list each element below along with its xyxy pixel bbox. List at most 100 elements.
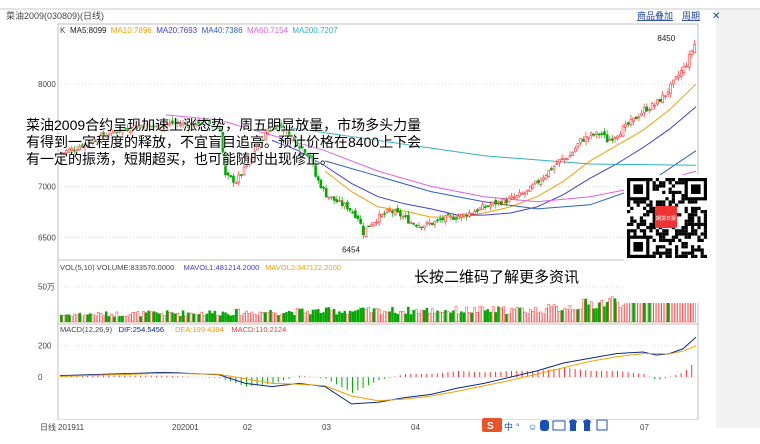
candle-body — [528, 185, 532, 192]
volume-bar — [155, 312, 158, 323]
volume-bar — [642, 302, 646, 323]
volume-bar — [566, 309, 569, 323]
candle-body — [626, 122, 630, 125]
overlay-commodity-link[interactable]: 商品叠加 — [637, 10, 673, 21]
candle-body — [534, 180, 537, 184]
volume-bar — [86, 314, 89, 323]
candle-body — [327, 196, 331, 199]
volume-bar — [134, 312, 137, 323]
qr-module — [675, 254, 679, 258]
qr-module — [694, 210, 698, 214]
volume-bar — [123, 316, 127, 323]
qr-module — [627, 229, 631, 233]
volume-bar — [287, 310, 291, 323]
volume-bar — [295, 308, 299, 323]
volume-bar — [385, 311, 389, 323]
candle-body — [351, 211, 355, 214]
volume-bar — [266, 312, 270, 323]
period-label: 日线 — [40, 422, 56, 432]
volume-bar — [560, 310, 564, 323]
volume-bar — [523, 311, 527, 323]
volume-bar — [452, 310, 455, 323]
volume-bar — [375, 308, 378, 323]
volume-bar — [372, 308, 376, 323]
qr-module — [630, 229, 634, 233]
qr-module — [697, 238, 701, 242]
volume-bar — [423, 310, 426, 323]
candle-body — [576, 143, 580, 147]
candle-body — [634, 116, 638, 120]
ime-punct-icon[interactable]: ° — [516, 422, 520, 432]
close-icon[interactable]: ✕ — [712, 11, 720, 22]
candle-body — [436, 219, 439, 222]
candle-body — [232, 175, 235, 183]
microphone-icon[interactable] — [540, 420, 549, 431]
qr-module — [691, 210, 695, 214]
qr-module — [703, 210, 707, 214]
volume-bar — [563, 308, 566, 323]
qr-module — [659, 232, 663, 236]
volume-bar — [489, 312, 492, 323]
candle-body — [346, 201, 349, 210]
qr-module — [691, 226, 695, 230]
period-link[interactable]: 周期 — [682, 11, 700, 21]
volume-bar — [348, 310, 352, 323]
candle-body — [396, 207, 400, 213]
volume-bar — [258, 311, 262, 323]
qr-module — [655, 245, 659, 249]
candle-body — [330, 196, 333, 199]
candle-body — [672, 79, 675, 85]
costume-icon[interactable] — [583, 419, 591, 431]
volume-bar — [322, 312, 325, 323]
candle-body — [407, 215, 410, 224]
volume-bar — [65, 314, 68, 323]
price-legend-item: MA60:7154 — [247, 26, 288, 35]
qr-module — [678, 254, 682, 258]
volume-bar — [542, 313, 545, 323]
volume-bar — [216, 315, 219, 323]
volume-bar — [494, 312, 498, 323]
qr-module — [694, 248, 698, 252]
qr-module — [659, 254, 663, 258]
volume-bar — [608, 298, 611, 323]
qr-module — [633, 232, 637, 236]
volume-bar — [576, 309, 580, 323]
ime-language-icon[interactable]: 中 — [504, 421, 513, 432]
candle-body — [414, 224, 418, 227]
qr-code[interactable]: 期货日报 — [624, 175, 710, 303]
qr-finder-core — [691, 184, 701, 194]
x-label-04: 04 — [411, 423, 420, 432]
candle-body — [462, 213, 466, 217]
ime-toolbar[interactable]: S 中 ° ☺ — [482, 418, 608, 432]
emoji-icon[interactable]: ☺ — [528, 422, 537, 432]
skin-icon[interactable] — [569, 419, 577, 431]
qr-module — [668, 242, 672, 246]
volume-bar — [115, 311, 119, 323]
qr-module — [662, 200, 666, 204]
volume-bar — [465, 306, 468, 323]
qr-module — [639, 229, 643, 233]
volume-bar — [515, 306, 519, 323]
candle-body — [481, 204, 484, 210]
volume-bar — [224, 312, 227, 323]
candle-body — [584, 136, 588, 142]
candle-body — [428, 222, 431, 225]
volume-bar — [505, 314, 508, 323]
candle-body — [587, 136, 590, 139]
volume-bar — [105, 311, 108, 323]
qr-module — [630, 219, 634, 223]
right-scrollbar[interactable] — [716, 10, 760, 428]
volume-bar — [147, 310, 150, 323]
qr-module — [691, 219, 695, 223]
qr-module — [659, 200, 663, 204]
volume-bar — [301, 308, 304, 323]
candle-body — [690, 50, 694, 55]
qr-module — [643, 219, 647, 223]
candle-body — [624, 123, 627, 128]
candle-body — [619, 133, 622, 137]
volume-bar — [192, 313, 195, 323]
qr-module — [630, 222, 634, 226]
qr-module — [655, 187, 659, 191]
volume-bar — [163, 315, 166, 323]
macd-tick-label: 0 — [38, 373, 43, 382]
